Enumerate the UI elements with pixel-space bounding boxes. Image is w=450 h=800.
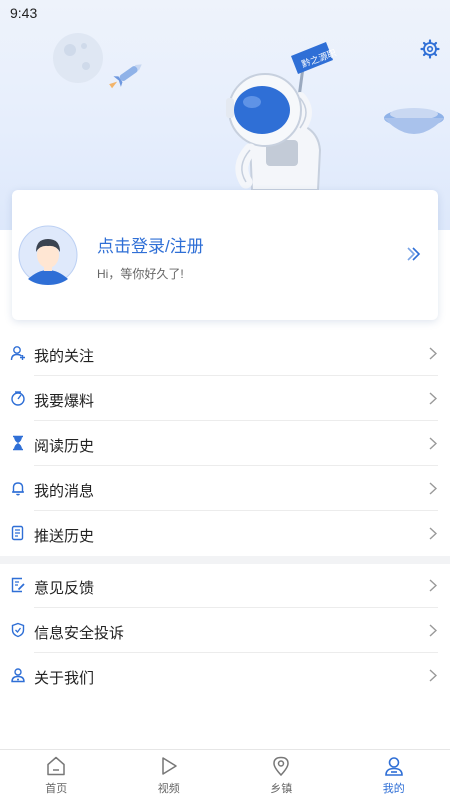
- shield-icon: [11, 622, 25, 638]
- menu-label: 阅读历史: [34, 438, 95, 455]
- double-chevron-right-icon[interactable]: [405, 246, 423, 262]
- tab-label: 首页: [45, 783, 68, 795]
- tab-label: 我的: [382, 783, 405, 795]
- chevron-right-icon: [429, 392, 437, 405]
- menu-item-my-messages[interactable]: 我的消息: [0, 466, 450, 511]
- tab-label: 乡镇: [270, 783, 293, 795]
- menu-item-feedback[interactable]: 意见反馈: [0, 563, 450, 608]
- menu-item-security-complaint[interactable]: 信息安全投诉: [0, 608, 450, 653]
- menu-item-reading-history[interactable]: 阅读历史: [0, 421, 450, 466]
- chevron-right-icon: [429, 437, 437, 450]
- tab-home[interactable]: 首页: [0, 750, 113, 800]
- chevron-right-icon: [429, 527, 437, 540]
- user-follow-icon: [10, 346, 25, 361]
- menu-label: 我的消息: [34, 483, 95, 500]
- menu-label: 推送历史: [34, 528, 95, 545]
- status-time: 9:43: [10, 5, 38, 21]
- login-register-link[interactable]: 点击登录/注册: [97, 232, 204, 257]
- menu-label: 关于我们: [34, 670, 95, 687]
- about-us-icon: [11, 668, 25, 683]
- hourglass-icon: [13, 435, 23, 451]
- menu-label: 我的关注: [34, 348, 95, 365]
- report-tip-icon: [11, 391, 25, 406]
- chevron-right-icon: [429, 669, 437, 682]
- chevron-right-icon: [429, 624, 437, 637]
- profile-card[interactable]: 点击登录/注册 Hi，等你好久了!: [12, 190, 438, 320]
- feedback-icon: [11, 577, 25, 593]
- menu-group-1: 我的关注 我要爆料 阅读历史 我的消息 推送历史: [0, 331, 450, 556]
- menu-label: 我要爆料: [34, 393, 95, 410]
- location-pin-icon: [273, 756, 290, 777]
- chevron-right-icon: [429, 347, 437, 360]
- play-icon: [162, 757, 177, 775]
- tab-mine[interactable]: 我的: [338, 750, 450, 800]
- avatar[interactable]: [18, 225, 78, 285]
- bell-icon: [12, 482, 24, 496]
- status-bar: 9:43: [0, 0, 450, 26]
- menu-item-about-us[interactable]: 关于我们: [0, 653, 450, 698]
- bottom-tab-bar: 首页 视频 乡镇 我的: [0, 749, 450, 800]
- settings-button[interactable]: [419, 38, 441, 60]
- home-icon: [47, 756, 65, 776]
- gear-icon: [420, 39, 440, 59]
- greeting-text: Hi，等你好久了!: [97, 267, 184, 281]
- tab-label: 视频: [157, 783, 180, 795]
- menu-item-my-follows[interactable]: 我的关注: [0, 331, 450, 376]
- menu-label: 信息安全投诉: [34, 625, 125, 642]
- push-history-icon: [11, 525, 24, 541]
- tab-township[interactable]: 乡镇: [225, 750, 338, 800]
- menu-item-push-history[interactable]: 推送历史: [0, 511, 450, 556]
- tab-video[interactable]: 视频: [113, 750, 226, 800]
- chevron-right-icon: [429, 482, 437, 495]
- menu-group-2: 意见反馈 信息安全投诉 关于我们: [0, 563, 450, 698]
- menu-item-report-tip[interactable]: 我要爆料: [0, 376, 450, 421]
- chevron-right-icon: [429, 579, 437, 592]
- menu-label: 意见反馈: [34, 580, 95, 597]
- profile-icon: [384, 757, 403, 776]
